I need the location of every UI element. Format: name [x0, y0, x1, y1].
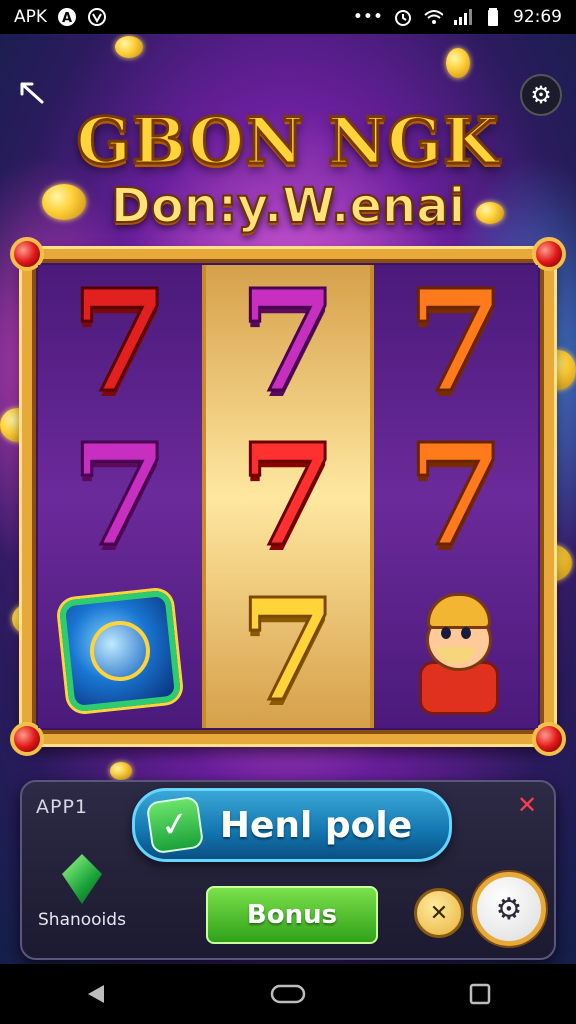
- coin-icon: [446, 48, 470, 78]
- status-bar: APK A ••• 92:69: [0, 0, 576, 34]
- battery-icon: [483, 7, 503, 27]
- coin-icon: [110, 762, 132, 780]
- diamond-icon: [62, 854, 102, 904]
- slot-machine-frame: 7 7 7 7 7 7 7: [10, 237, 566, 756]
- app-a-icon: A: [57, 7, 77, 27]
- more-dots-icon: •••: [352, 7, 383, 27]
- gem-symbol[interactable]: [55, 581, 185, 721]
- alarm-icon: [393, 7, 413, 27]
- reel-3: 7 7: [374, 265, 538, 728]
- gear-icon: ⚙: [495, 891, 523, 927]
- navigation-bar: [0, 964, 576, 1024]
- character-symbol[interactable]: [391, 581, 521, 721]
- reel-2: 7 7 7: [206, 265, 374, 728]
- game-subtitle: Don:y.W.enai: [110, 177, 466, 235]
- home-icon: [270, 984, 306, 1004]
- control-panel: APP1 ✕ ✓ Henl pole Shanooids Bonus ✕ ⚙: [20, 780, 556, 960]
- wifi-icon: [423, 7, 443, 27]
- game-title: GBON NGK: [75, 103, 500, 181]
- bonus-button[interactable]: Bonus: [206, 886, 378, 944]
- coin-icon: [115, 36, 143, 58]
- gear-button[interactable]: ⚙: [472, 872, 546, 946]
- app-v-icon: [87, 7, 107, 27]
- seven-symbol[interactable]: 7: [55, 271, 185, 414]
- checkmark-icon: ✓: [145, 795, 205, 855]
- app-label: APK: [14, 7, 48, 27]
- cross-button[interactable]: ✕: [414, 888, 464, 938]
- main-action-label: Henl pole: [219, 804, 413, 846]
- nav-back-button[interactable]: [76, 974, 116, 1014]
- close-x-icon: ✕: [516, 791, 538, 819]
- seven-symbol[interactable]: 7: [223, 271, 353, 414]
- blue-gem-icon: [58, 589, 182, 713]
- status-right: ••• 92:69: [353, 7, 562, 27]
- seven-symbol[interactable]: 7: [55, 425, 185, 568]
- diamond-label: Shanooids: [38, 910, 126, 930]
- seven-symbol[interactable]: 7: [223, 579, 353, 722]
- reel-1: 7 7: [38, 265, 206, 728]
- main-action-button[interactable]: ✓ Henl pole: [132, 788, 452, 862]
- dwarf-character-icon: [401, 591, 511, 715]
- svg-text:A: A: [62, 11, 72, 26]
- close-button[interactable]: ✕: [514, 791, 540, 819]
- nav-home-button[interactable]: [268, 974, 308, 1014]
- seven-symbol[interactable]: 7: [223, 425, 353, 568]
- recents-icon: [469, 983, 491, 1005]
- game-screen: ⚙ GBON NGK Don:y.W.enai 7 7 7 7 7 7 7 AP…: [0, 34, 576, 964]
- seven-symbol[interactable]: 7: [391, 271, 521, 414]
- cross-icon: ✕: [429, 900, 449, 926]
- back-triangle-icon: [88, 985, 104, 1003]
- status-left: APK A: [14, 7, 107, 27]
- nav-recents-button[interactable]: [460, 974, 500, 1014]
- clock: 92:69: [513, 7, 562, 27]
- signal-icon: [453, 7, 473, 27]
- reels: 7 7 7 7 7 7 7: [38, 265, 538, 728]
- seven-symbol[interactable]: 7: [391, 425, 521, 568]
- panel-label: APP1: [36, 796, 89, 818]
